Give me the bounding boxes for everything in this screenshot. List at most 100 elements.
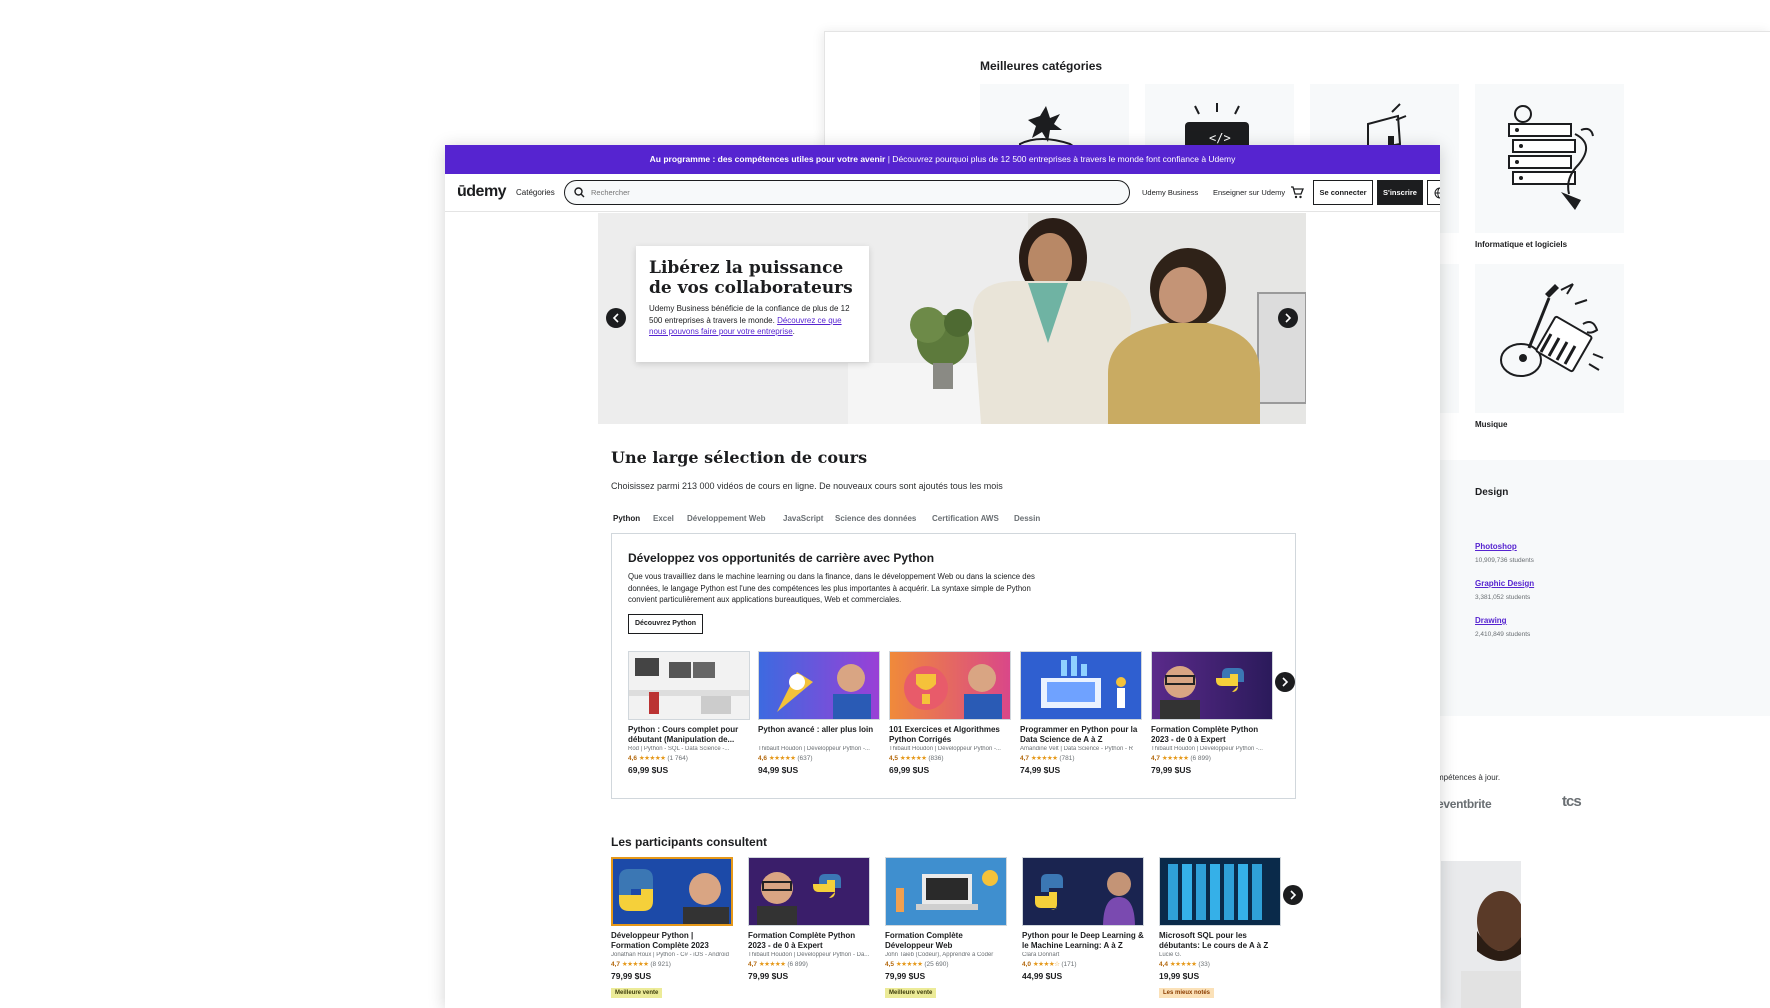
course-thumbnail[interactable] [1151,651,1273,720]
course-title[interactable]: 101 Exercices et Algorithmes Python Corr… [889,725,1011,745]
participants-next-button[interactable] [1283,885,1303,905]
course-price: 79,99 $US [1151,765,1192,775]
svg-text:</>: </> [1209,131,1231,145]
hero-title: Libérez la puissance de vos collaborateu… [649,258,853,298]
course-title[interactable]: Python avancé : aller plus loin [758,725,880,745]
hero-next-button[interactable] [1278,308,1298,328]
course-thumbnail[interactable] [611,857,733,926]
tab-javascript[interactable]: JavaScript [783,514,823,523]
course-title[interactable]: Python pour le Deep Learning & le Machin… [1022,931,1144,951]
course-card[interactable]: Python pour le Deep Learning & le Machin… [1022,857,1144,981]
design-link-photoshop[interactable]: Photoshop [1475,542,1517,551]
course-card[interactable]: Python avancé : aller plus loin Thibault… [758,651,880,775]
course-rating: 4,5 ★★★★★ (25 690) [885,960,1007,968]
search-icon[interactable] [574,187,585,198]
rating-count: (6 899) [1190,755,1211,762]
course-price: 94,99 $US [758,765,799,775]
course-title[interactable]: Formation Complète Python 2023 - de 0 à … [1151,725,1273,745]
chevron-right-icon [1290,890,1297,900]
course-card[interactable]: Formation Complète Python 2023 - de 0 à … [1151,651,1273,775]
promo-banner[interactable]: Au programme : des compétences utiles po… [445,145,1440,174]
tab-excel[interactable]: Excel [653,514,674,523]
category-label-informatique[interactable]: Informatique et logiciels [1475,240,1567,249]
star-icons: ★★★★★ [758,961,786,968]
top-categories-title: Meilleures catégories [980,59,1103,73]
category-card-informatique[interactable] [1475,84,1624,233]
star-icons: ★★★★★ [1030,755,1058,762]
signup-button[interactable]: S'inscrire [1377,180,1423,205]
login-button[interactable]: Se connecter [1313,180,1373,205]
rating-value: 4,4 [1159,961,1169,968]
course-thumbnail[interactable] [1159,857,1281,926]
course-thumbnail[interactable] [758,651,880,720]
udemy-business-link[interactable]: Udemy Business [1142,188,1198,197]
course-title[interactable]: Programmer en Python pour la Data Scienc… [1020,725,1142,745]
course-title[interactable]: Microsoft SQL pour les débutants: Le cou… [1159,931,1281,951]
course-thumbnail[interactable] [1022,857,1144,926]
course-card[interactable]: 101 Exercices et Algorithmes Python Corr… [889,651,1011,775]
courses-next-button[interactable] [1275,672,1295,692]
course-author: Clara Donnart [1022,952,1060,958]
section-text-fragment: mpétences à jour. [1437,773,1501,782]
design-students-graphic-design: 3,381,052 students [1475,594,1531,601]
course-rating: 4,6 ★★★★★ (637) [758,754,880,762]
course-title[interactable]: Formation Complète Python 2023 - de 0 à … [748,931,870,951]
selection-title: Une large sélection de cours [611,448,868,467]
course-card[interactable]: Formation Complète Développeur Web John … [885,857,1007,999]
tab-developpement-web[interactable]: Développement Web [687,514,766,523]
course-thumbnail[interactable] [748,857,870,926]
selection-description: Choisissez parmi 213 000 vidéos de cours… [611,481,1003,491]
star-icons: ★★★★★ [1169,961,1197,968]
tcs-logo: tcs [1562,793,1582,810]
course-card[interactable]: Développeur Python | Formation Complète … [611,857,733,999]
course-card[interactable]: Python : Cours complet pour débutant (Ma… [628,651,750,775]
course-author: Thibault Houdon | Développeur Python -..… [889,746,1001,752]
chevron-right-icon [1285,313,1292,323]
bestseller-badge: Meilleure vente [885,988,937,998]
search-bar[interactable] [564,180,1130,205]
course-thumbnail[interactable] [628,651,750,720]
panel-description: Que vous travailliez dans le machine lea… [628,572,1035,604]
tab-python[interactable]: Python [613,514,640,523]
course-card[interactable]: Programmer en Python pour la Data Scienc… [1020,651,1142,775]
course-title[interactable]: Développeur Python | Formation Complète … [611,931,733,951]
hero-prev-button[interactable] [606,308,626,328]
course-price: 69,99 $US [628,765,669,775]
banner-bold-text: Au programme : des compétences utiles po… [649,154,886,164]
design-link-drawing[interactable]: Drawing [1475,616,1507,625]
course-thumbnail[interactable] [889,651,1011,720]
course-thumbnail[interactable] [1020,651,1142,720]
design-link-graphic-design[interactable]: Graphic Design [1475,579,1534,588]
tab-certification-aws[interactable]: Certification AWS [932,514,999,523]
site-header: ūdemy Catégories Udemy Business Enseigne… [445,174,1440,212]
categories-menu[interactable]: Catégories [516,188,555,197]
udemy-logo[interactable]: ūdemy [457,183,507,201]
category-card-musique[interactable] [1475,264,1624,413]
discover-python-button[interactable]: Découvrez Python [628,614,703,634]
participants-title: Les participants consultent [611,835,768,849]
course-rating: 4,5 ★★★★★ (836) [889,754,1011,762]
rating-value: 4,5 [885,961,895,968]
tab-dessin[interactable]: Dessin [1014,514,1040,523]
star-icons: ★★★★★ [1161,755,1189,762]
course-thumbnail[interactable] [885,857,1007,926]
course-price: 74,99 $US [1020,765,1061,775]
category-label-musique[interactable]: Musique [1475,420,1507,429]
rating-count: (171) [1061,961,1077,968]
design-title: Design [1475,487,1509,498]
tab-science-des-donnees[interactable]: Science des données [835,514,916,523]
course-price: 79,99 $US [885,971,926,981]
banner-text: | Découvrez pourquoi plus de 12 500 entr… [885,154,1236,164]
course-author: Rod | Python - SQL - Data Science -... [628,746,730,752]
course-title[interactable]: Formation Complète Développeur Web [885,931,1007,951]
course-title[interactable]: Python : Cours complet pour débutant (Ma… [628,725,750,745]
course-rating: 4,7 ★★★★★ (6 899) [748,960,870,968]
course-price: 79,99 $US [611,971,652,981]
language-button[interactable] [1427,180,1440,205]
cart-icon[interactable] [1290,185,1304,199]
course-card[interactable]: Microsoft SQL pour les débutants: Le cou… [1159,857,1281,999]
teach-on-udemy-link[interactable]: Enseigner sur Udemy [1213,188,1285,197]
design-students-photoshop: 10,909,736 students [1475,557,1534,564]
course-card[interactable]: Formation Complète Python 2023 - de 0 à … [748,857,870,981]
search-input[interactable] [591,186,1091,199]
